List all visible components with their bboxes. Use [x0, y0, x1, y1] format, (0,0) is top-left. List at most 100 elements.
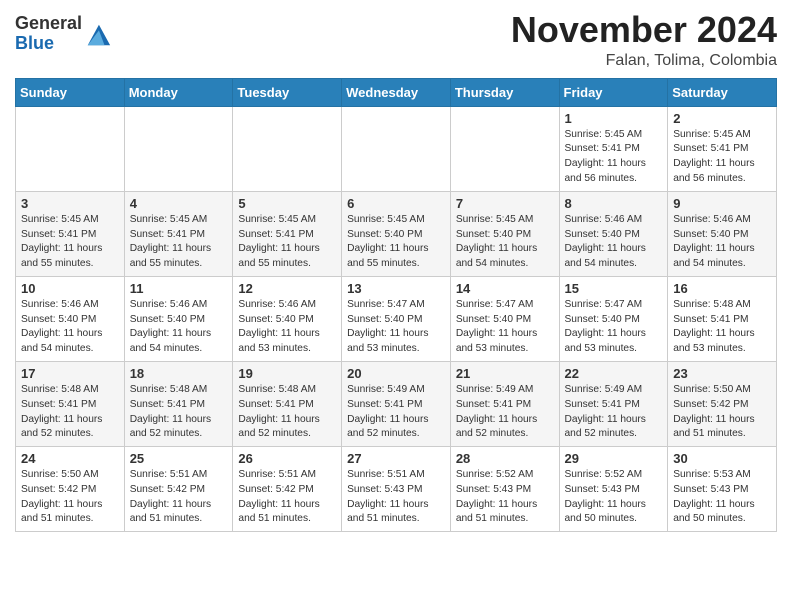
day-cell-7: 7 Sunrise: 5:45 AM Sunset: 5:40 PM Daylig…: [450, 191, 559, 276]
day-number: 25: [130, 451, 228, 466]
day-info: Sunrise: 5:47 AM Sunset: 5:40 PM Dayligh…: [456, 298, 554, 357]
day-info: Sunrise: 5:48 AM Sunset: 5:41 PM Dayligh…: [673, 298, 771, 357]
day-cell-11: 11 Sunrise: 5:46 AM Sunset: 5:40 PM Dayli…: [124, 276, 233, 361]
day-number: 17: [21, 366, 119, 381]
logo-area: General Blue: [15, 10, 112, 54]
day-info: Sunrise: 5:49 AM Sunset: 5:41 PM Dayligh…: [456, 383, 554, 442]
title-area: November 2024 Falan, Tolima, Colombia: [511, 10, 777, 70]
day-number: 7: [456, 196, 554, 211]
day-cell-4: 4Sunrise: 5:45 AM Sunset: 5:41 PM Daylig…: [124, 191, 233, 276]
day-info: Sunrise: 5:47 AM Sunset: 5:40 PM Dayligh…: [347, 298, 445, 357]
day-number: 2: [673, 111, 771, 126]
day-number: 23: [673, 366, 771, 381]
day-cell-3: 3 Sunrise: 5:45 AM Sunset: 5:41 PM Daylig…: [16, 191, 125, 276]
day-number: 1: [565, 111, 663, 126]
day-info: Sunrise: 5:46 AM Sunset: 5:40 PM Dayligh…: [238, 298, 336, 357]
day-cell-20: 20Sunrise: 5:49 AM Sunset: 5:41 PM Dayli…: [342, 361, 451, 446]
day-cell-8: 8Sunrise: 5:46 AM Sunset: 5:40 PM Daylig…: [559, 191, 668, 276]
empty-cell: [233, 106, 342, 191]
day-cell-24: 24 Sunrise: 5:50 AM Sunset: 5:42 PM Dayli…: [16, 447, 125, 532]
day-cell-17: 17 Sunrise: 5:48 AM Sunset: 5:41 PM Dayli…: [16, 361, 125, 446]
day-cell-29: 29Sunrise: 5:52 AM Sunset: 5:43 PM Dayli…: [559, 447, 668, 532]
day-info: Sunrise: 5:49 AM Sunset: 5:41 PM Dayligh…: [565, 383, 663, 442]
day-number: 20: [347, 366, 445, 381]
day-cell-19: 19 Sunrise: 5:48 AM Sunset: 5:41 PM Dayli…: [233, 361, 342, 446]
weekday-header-row: SundayMondayTuesdayWednesdayThursdayFrid…: [16, 78, 777, 106]
day-cell-12: 12 Sunrise: 5:46 AM Sunset: 5:40 PM Dayli…: [233, 276, 342, 361]
weekday-header-saturday: Saturday: [668, 78, 777, 106]
week-row-5: 24 Sunrise: 5:50 AM Sunset: 5:42 PM Dayli…: [16, 447, 777, 532]
day-cell-25: 25 Sunrise: 5:51 AM Sunset: 5:42 PM Dayli…: [124, 447, 233, 532]
empty-cell: [342, 106, 451, 191]
day-number: 27: [347, 451, 445, 466]
weekday-header-tuesday: Tuesday: [233, 78, 342, 106]
day-info: Sunrise: 5:53 AM Sunset: 5:43 PM Dayligh…: [673, 468, 771, 527]
day-cell-30: 30Sunrise: 5:53 AM Sunset: 5:43 PM Dayli…: [668, 447, 777, 532]
day-info: Sunrise: 5:46 AM Sunset: 5:40 PM Dayligh…: [673, 213, 771, 272]
day-number: 11: [130, 281, 228, 296]
day-number: 5: [238, 196, 336, 211]
day-info: Sunrise: 5:48 AM Sunset: 5:41 PM Dayligh…: [130, 383, 228, 442]
location: Falan, Tolima, Colombia: [511, 52, 777, 70]
day-cell-15: 15Sunrise: 5:47 AM Sunset: 5:40 PM Dayli…: [559, 276, 668, 361]
day-info: Sunrise: 5:51 AM Sunset: 5:42 PM Dayligh…: [130, 468, 228, 527]
day-number: 13: [347, 281, 445, 296]
day-info: Sunrise: 5:45 AM Sunset: 5:41 PM Dayligh…: [238, 213, 336, 272]
day-info: Sunrise: 5:46 AM Sunset: 5:40 PM Dayligh…: [21, 298, 119, 357]
day-cell-9: 9 Sunrise: 5:46 AM Sunset: 5:40 PM Daylig…: [668, 191, 777, 276]
day-info: Sunrise: 5:50 AM Sunset: 5:42 PM Dayligh…: [21, 468, 119, 527]
logo-blue: Blue: [15, 33, 54, 53]
day-number: 22: [565, 366, 663, 381]
day-info: Sunrise: 5:45 AM Sunset: 5:41 PM Dayligh…: [21, 213, 119, 272]
empty-cell: [124, 106, 233, 191]
empty-cell: [450, 106, 559, 191]
header: General Blue November 2024 Falan, Tolima…: [15, 10, 777, 70]
day-cell-21: 21Sunrise: 5:49 AM Sunset: 5:41 PM Dayli…: [450, 361, 559, 446]
week-row-2: 3 Sunrise: 5:45 AM Sunset: 5:41 PM Daylig…: [16, 191, 777, 276]
day-number: 18: [130, 366, 228, 381]
day-number: 19: [238, 366, 336, 381]
day-cell-10: 10 Sunrise: 5:46 AM Sunset: 5:40 PM Dayli…: [16, 276, 125, 361]
day-cell-18: 18 Sunrise: 5:48 AM Sunset: 5:41 PM Dayli…: [124, 361, 233, 446]
logo-icon: [84, 21, 112, 49]
day-number: 6: [347, 196, 445, 211]
weekday-header-wednesday: Wednesday: [342, 78, 451, 106]
day-info: Sunrise: 5:45 AM Sunset: 5:41 PM Dayligh…: [673, 128, 771, 187]
day-cell-28: 28Sunrise: 5:52 AM Sunset: 5:43 PM Dayli…: [450, 447, 559, 532]
calendar: SundayMondayTuesdayWednesdayThursdayFrid…: [15, 78, 777, 533]
day-info: Sunrise: 5:51 AM Sunset: 5:43 PM Dayligh…: [347, 468, 445, 527]
day-cell-13: 13 Sunrise: 5:47 AM Sunset: 5:40 PM Dayli…: [342, 276, 451, 361]
weekday-header-sunday: Sunday: [16, 78, 125, 106]
week-row-3: 10 Sunrise: 5:46 AM Sunset: 5:40 PM Dayli…: [16, 276, 777, 361]
empty-cell: [16, 106, 125, 191]
month-title: November 2024: [511, 10, 777, 50]
day-number: 10: [21, 281, 119, 296]
day-number: 3: [21, 196, 119, 211]
day-cell-22: 22 Sunrise: 5:49 AM Sunset: 5:41 PM Dayli…: [559, 361, 668, 446]
day-cell-27: 27 Sunrise: 5:51 AM Sunset: 5:43 PM Dayli…: [342, 447, 451, 532]
day-number: 16: [673, 281, 771, 296]
day-cell-6: 6Sunrise: 5:45 AM Sunset: 5:40 PM Daylig…: [342, 191, 451, 276]
day-cell-26: 26Sunrise: 5:51 AM Sunset: 5:42 PM Dayli…: [233, 447, 342, 532]
day-number: 12: [238, 281, 336, 296]
week-row-1: 1 Sunrise: 5:45 AM Sunset: 5:41 PM Daylig…: [16, 106, 777, 191]
day-cell-23: 23 Sunrise: 5:50 AM Sunset: 5:42 PM Dayli…: [668, 361, 777, 446]
logo-general: General: [15, 13, 82, 33]
day-number: 9: [673, 196, 771, 211]
day-info: Sunrise: 5:47 AM Sunset: 5:40 PM Dayligh…: [565, 298, 663, 357]
day-cell-14: 14Sunrise: 5:47 AM Sunset: 5:40 PM Dayli…: [450, 276, 559, 361]
day-number: 24: [21, 451, 119, 466]
day-info: Sunrise: 5:45 AM Sunset: 5:40 PM Dayligh…: [456, 213, 554, 272]
day-cell-16: 16 Sunrise: 5:48 AM Sunset: 5:41 PM Dayli…: [668, 276, 777, 361]
day-info: Sunrise: 5:48 AM Sunset: 5:41 PM Dayligh…: [21, 383, 119, 442]
day-info: Sunrise: 5:52 AM Sunset: 5:43 PM Dayligh…: [565, 468, 663, 527]
day-number: 26: [238, 451, 336, 466]
day-number: 8: [565, 196, 663, 211]
day-number: 4: [130, 196, 228, 211]
logo-text: General Blue: [15, 14, 82, 54]
day-info: Sunrise: 5:46 AM Sunset: 5:40 PM Dayligh…: [130, 298, 228, 357]
day-info: Sunrise: 5:48 AM Sunset: 5:41 PM Dayligh…: [238, 383, 336, 442]
day-info: Sunrise: 5:50 AM Sunset: 5:42 PM Dayligh…: [673, 383, 771, 442]
page: General Blue November 2024 Falan, Tolima…: [0, 0, 792, 547]
weekday-header-monday: Monday: [124, 78, 233, 106]
